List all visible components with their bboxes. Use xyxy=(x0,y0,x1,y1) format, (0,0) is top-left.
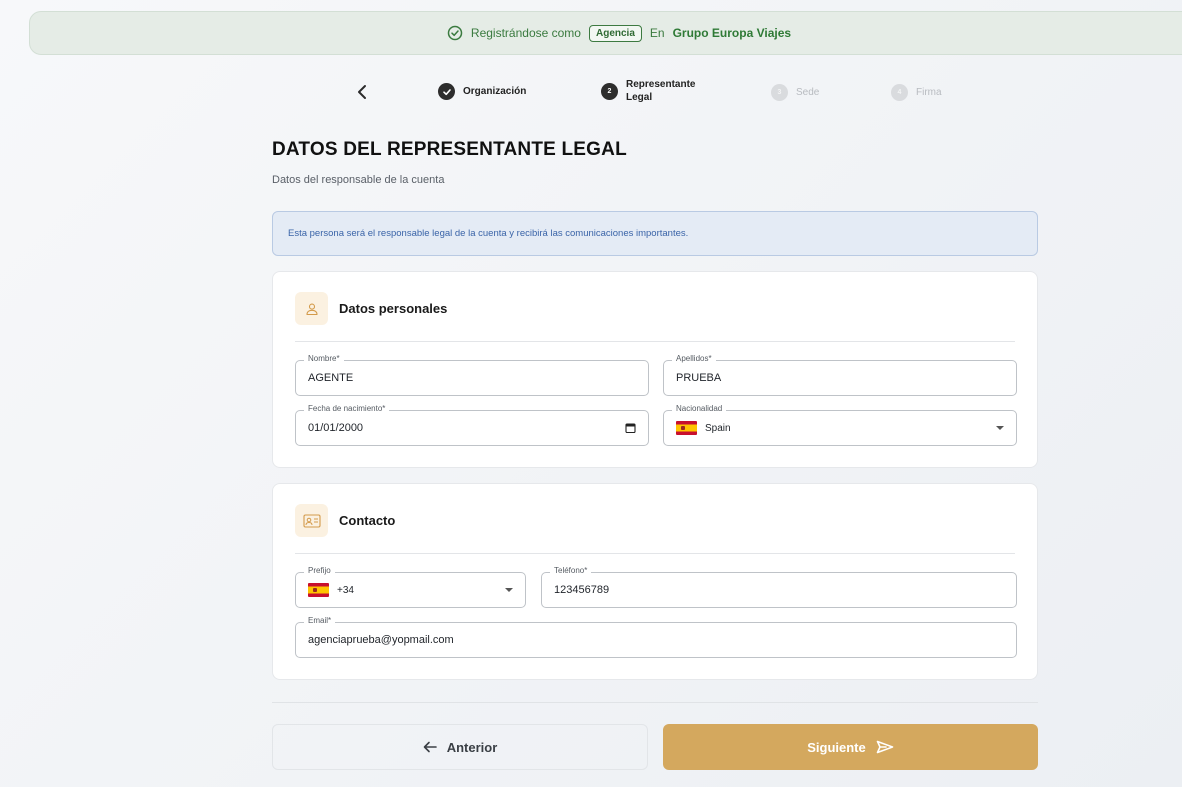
spain-flag-icon xyxy=(676,421,697,435)
divider xyxy=(295,341,1015,342)
field-label: Fecha de nacimiento* xyxy=(304,403,390,415)
step-representante-legal[interactable]: 2 Representante Legal xyxy=(601,78,706,104)
field-label: Prefijo xyxy=(304,565,335,577)
info-alert-text: Esta persona será el responsable legal d… xyxy=(288,228,689,239)
phone-prefix-select[interactable]: Prefijo +34 xyxy=(295,565,526,608)
previous-button[interactable]: Anterior xyxy=(272,724,648,770)
banner-prefix: Registrándose como xyxy=(470,26,581,40)
step-organizacion[interactable]: Organización xyxy=(438,83,526,100)
divider xyxy=(295,553,1015,554)
step-number: 2 xyxy=(601,82,618,100)
next-button-label: Siguiente xyxy=(807,739,866,755)
contact-card: Contacto Prefijo +34 Teléfono* 123456789… xyxy=(272,483,1038,680)
nationality-select[interactable]: Nacionalidad Spain xyxy=(663,403,1017,446)
field-label: Apellidos* xyxy=(672,353,716,365)
chevron-down-icon[interactable] xyxy=(505,588,513,592)
chevron-left-icon xyxy=(358,85,366,99)
arrow-left-icon xyxy=(423,741,437,753)
email-field[interactable]: Email* agenciaprueba@yopmail.com xyxy=(295,615,1017,658)
field-value: +34 xyxy=(337,584,354,596)
chevron-down-icon[interactable] xyxy=(996,426,1004,430)
calendar-icon[interactable] xyxy=(625,423,636,434)
card-title: Datos personales xyxy=(339,301,448,316)
field-label: Teléfono* xyxy=(550,565,592,577)
card-title: Contacto xyxy=(339,513,396,528)
field-value: agenciaprueba@yopmail.com xyxy=(308,634,454,646)
field-label: Email* xyxy=(304,615,336,627)
field-label: Nacionalidad xyxy=(672,403,727,415)
id-card-icon xyxy=(295,504,328,537)
step-label: Sede xyxy=(796,87,820,98)
page-title: DATOS DEL REPRESENTANTE LEGAL xyxy=(272,139,627,160)
personal-data-card: Datos personales Nombre* AGENTE Apellido… xyxy=(272,271,1038,468)
phone-field[interactable]: Teléfono* 123456789 xyxy=(541,565,1017,608)
contact-header: Contacto xyxy=(295,504,395,537)
field-value: AGENTE xyxy=(308,372,354,384)
step-number: 3 xyxy=(771,84,788,101)
step-firma[interactable]: 4 Firma xyxy=(891,84,942,101)
divider xyxy=(272,702,1038,703)
organization-name: Grupo Europa Viajes xyxy=(672,26,792,40)
step-label: Firma xyxy=(916,87,942,98)
previous-button-label: Anterior xyxy=(446,739,498,755)
step-label: Organización xyxy=(463,86,527,97)
step-sede[interactable]: 3 Sede xyxy=(771,84,819,101)
registration-banner: Registrándose como Agencia En Grupo Euro… xyxy=(29,11,1182,55)
personal-data-header: Datos personales xyxy=(295,292,447,325)
info-alert: Esta persona será el responsable legal d… xyxy=(272,211,1038,256)
send-icon xyxy=(876,740,894,754)
next-button[interactable]: Siguiente xyxy=(663,724,1038,770)
step-done-check-icon xyxy=(438,83,455,100)
banner-connector: En xyxy=(649,26,665,40)
user-icon xyxy=(295,292,328,325)
step-label: Representante Legal xyxy=(626,79,696,103)
step-number: 4 xyxy=(891,84,908,101)
field-value: 123456789 xyxy=(554,584,610,596)
page-subtitle: Datos del responsable de la cuenta xyxy=(272,174,445,186)
field-value: 01/01/2000 xyxy=(308,422,364,434)
back-button[interactable] xyxy=(352,82,372,102)
role-badge: Agencia xyxy=(588,24,642,42)
field-value: PRUEBA xyxy=(676,372,722,384)
birthdate-field[interactable]: Fecha de nacimiento* 01/01/2000 xyxy=(295,403,649,446)
apellidos-field[interactable]: Apellidos* PRUEBA xyxy=(663,353,1017,396)
field-label: Nombre* xyxy=(304,353,344,365)
nombre-field[interactable]: Nombre* AGENTE xyxy=(295,353,649,396)
spain-flag-icon xyxy=(308,583,329,597)
field-value: Spain xyxy=(705,422,731,434)
check-circle-icon xyxy=(447,25,463,41)
